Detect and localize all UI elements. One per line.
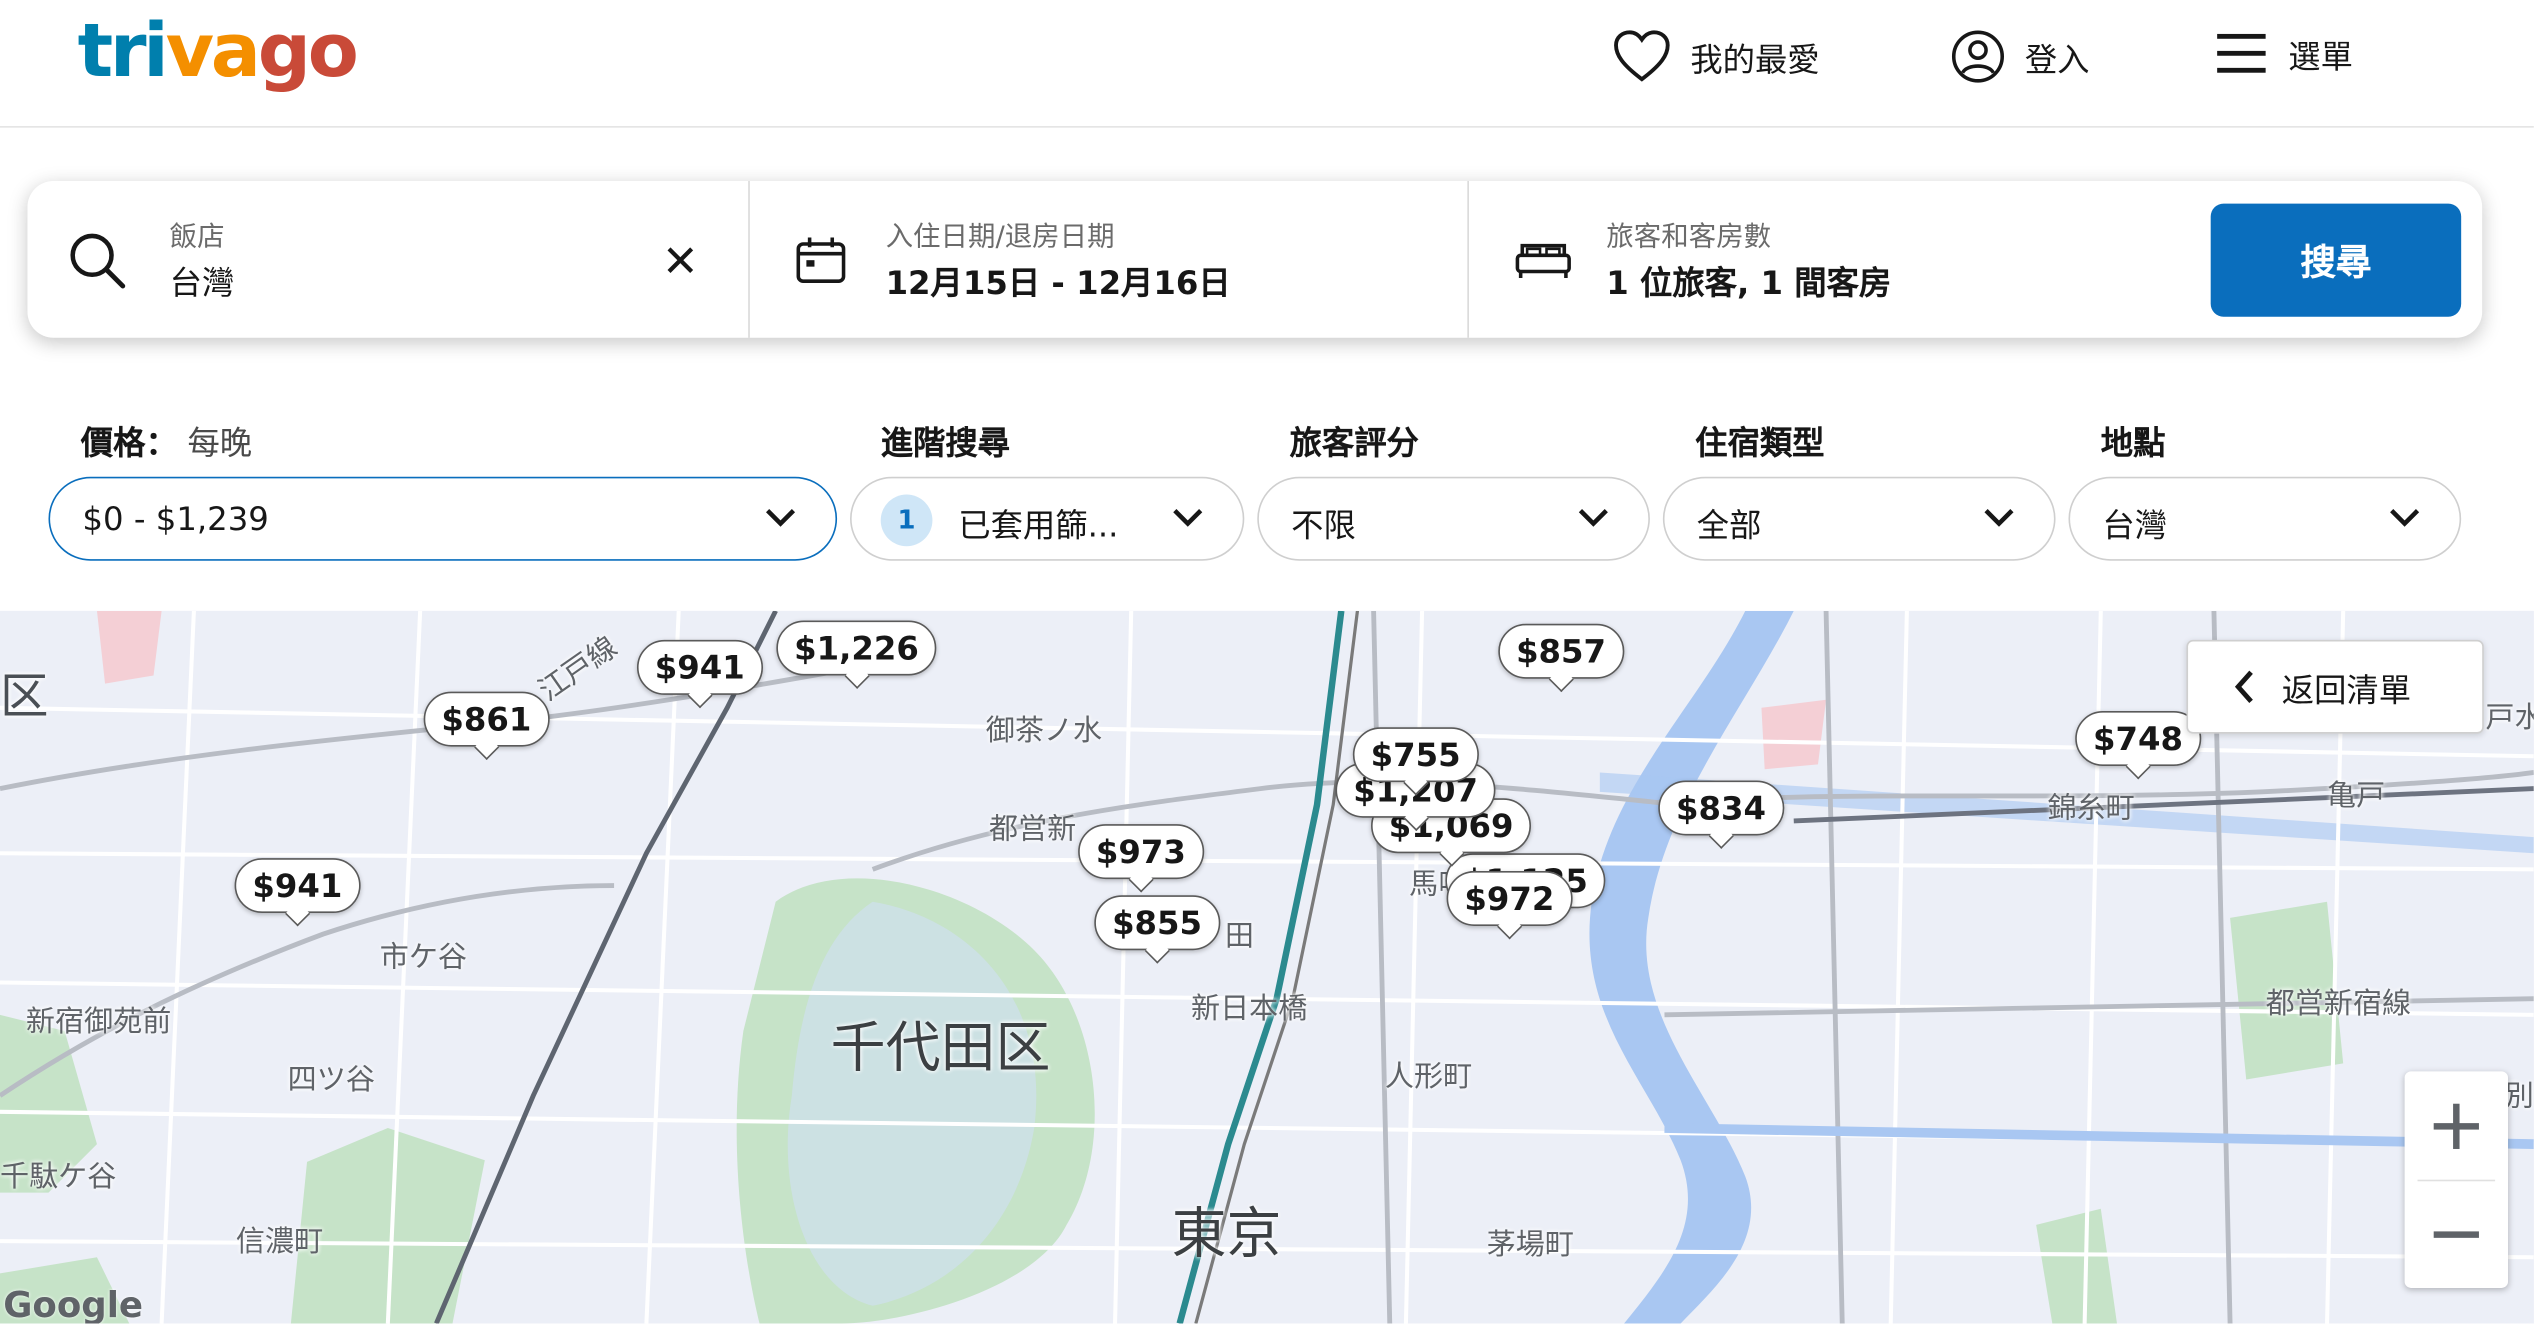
chevron-down-icon: [2390, 509, 2420, 527]
login-label: 登入: [2024, 39, 2090, 79]
price-pin[interactable]: $973: [1078, 824, 1204, 880]
map-label: 信濃町: [235, 1224, 324, 1259]
menu-label: 選單: [2288, 36, 2353, 76]
rating-filter-dropdown[interactable]: 不限: [1257, 476, 1650, 561]
rating-filter-value: 不限: [1291, 505, 1356, 545]
chevron-left-icon: [2234, 670, 2253, 703]
price-filter-value: $0 - $1,239: [82, 499, 269, 539]
rating-filter-label: 旅客評分: [1289, 423, 1419, 463]
map-label-city: 東京: [1171, 1202, 1282, 1267]
zoom-out-button[interactable]: [2405, 1180, 2508, 1288]
price-pin[interactable]: $941: [234, 858, 361, 914]
dates-field-label: 入住日期/退房日期: [885, 221, 1115, 254]
price-pin[interactable]: $1,226: [776, 620, 937, 676]
map-label: 区: [0, 669, 49, 726]
price-pin[interactable]: $755: [1352, 727, 1479, 783]
hotel-field-label: 飯店: [169, 221, 225, 254]
menu-button[interactable]: 選單: [2214, 29, 2353, 77]
hotel-field-value[interactable]: 台灣: [170, 257, 235, 304]
plus-icon: [2433, 1102, 2479, 1149]
map-label: 人形町: [1384, 1060, 1473, 1095]
search-icon: [70, 233, 126, 289]
map-label: 市ケ谷: [379, 940, 468, 975]
login-link[interactable]: 登入: [1951, 29, 2090, 84]
hotel-map[interactable]: 区 御茶ノ水 都営新 江戸線 市ケ谷 新宿御苑前 四ツ谷 千駄ケ谷 信濃町 千代…: [0, 610, 2534, 1324]
guests-field[interactable]: 旅客和客房數 1 位旅客, 1 間客房: [1469, 181, 2180, 338]
map-label: 都営新: [988, 812, 1077, 847]
user-icon: [1951, 30, 2005, 83]
accommodation-type-label: 住宿類型: [1695, 423, 1825, 463]
price-filter-dropdown[interactable]: $0 - $1,239: [48, 476, 838, 561]
chevron-down-icon: [766, 509, 796, 527]
dates-field[interactable]: 入住日期/退房日期 12月15日 - 12月16日: [750, 181, 1468, 338]
chevron-down-icon: [1578, 509, 1608, 527]
heart-icon: [1614, 30, 1670, 82]
price-pin[interactable]: $834: [1658, 780, 1784, 836]
clear-icon[interactable]: [666, 246, 695, 275]
map-label: 御茶ノ水: [985, 714, 1103, 749]
price-filter-label: 價格： 每晚: [80, 423, 253, 463]
map-label: 都営新宿線: [2265, 987, 2412, 1022]
accommodation-type-dropdown[interactable]: 全部: [1662, 476, 2056, 561]
back-to-list-button[interactable]: 返回清單: [2186, 639, 2484, 734]
bed-icon: [1515, 243, 1571, 278]
guests-field-value: 1 位旅客, 1 間客房: [1606, 263, 1892, 303]
favorites-label: 我的最愛: [1690, 39, 1820, 79]
trivago-logo[interactable]: trivago: [78, 6, 359, 93]
zoom-controls: [2404, 1071, 2509, 1288]
map-label: 亀戸: [2327, 778, 2386, 813]
advanced-filter-dropdown[interactable]: 1 已套用篩...: [850, 476, 1245, 561]
location-filter-dropdown[interactable]: 台灣: [2068, 476, 2462, 561]
map-label-district: 千代田区: [830, 1016, 1051, 1082]
map-label: 錦糸町: [2047, 791, 2135, 826]
back-to-list-label: 返回清單: [2281, 669, 2412, 709]
map-label: 新日本橋: [1190, 992, 1308, 1027]
minus-icon: [2433, 1230, 2479, 1238]
price-pin[interactable]: $972: [1446, 871, 1573, 926]
zoom-in-button[interactable]: [2405, 1071, 2508, 1179]
map-label: 新宿御苑前: [25, 1005, 172, 1040]
price-pin[interactable]: $855: [1094, 895, 1220, 951]
top-header: trivago 我的最愛 登入 選單: [0, 0, 2534, 128]
search-bar: 飯店 台灣 入住日期/退房日期 12月15日 - 12月16日 旅客和客房數 1…: [27, 180, 2483, 338]
hotel-search-field[interactable]: 飯店 台灣: [27, 181, 748, 338]
map-label: 千駄ケ谷: [0, 1160, 117, 1195]
accommodation-type-value: 全部: [1696, 505, 1762, 545]
price-pin[interactable]: $748: [2075, 711, 2201, 766]
map-label: 田: [1224, 919, 1255, 954]
search-button[interactable]: 搜尋: [2210, 203, 2462, 317]
price-pin[interactable]: $861: [423, 691, 550, 747]
location-filter-label: 地點: [2100, 423, 2166, 463]
dates-field-value: 12月15日 - 12月16日: [885, 263, 1231, 303]
chevron-down-icon: [1984, 509, 2014, 527]
calendar-icon: [796, 237, 846, 283]
hamburger-menu-icon: [2217, 33, 2266, 73]
guests-field-label: 旅客和客房數: [1606, 221, 1772, 254]
advanced-filter-value: 已套用篩...: [958, 505, 1119, 545]
price-pin[interactable]: $941: [636, 639, 763, 695]
favorites-link[interactable]: 我的最愛: [1613, 29, 1820, 84]
advanced-filter-label: 進階搜尋: [880, 423, 1011, 463]
map-label: 戸水: [2485, 701, 2533, 736]
chevron-down-icon: [1173, 509, 1203, 527]
map-label: 四ツ谷: [287, 1063, 375, 1098]
location-filter-value: 台灣: [2102, 505, 2168, 545]
price-pin[interactable]: $857: [1498, 623, 1624, 679]
applied-filters-count-badge: 1: [880, 494, 933, 547]
map-label: 別: [2504, 1079, 2534, 1114]
google-attribution: Google: [3, 1286, 144, 1324]
map-label: 茅場町: [1486, 1228, 1574, 1263]
